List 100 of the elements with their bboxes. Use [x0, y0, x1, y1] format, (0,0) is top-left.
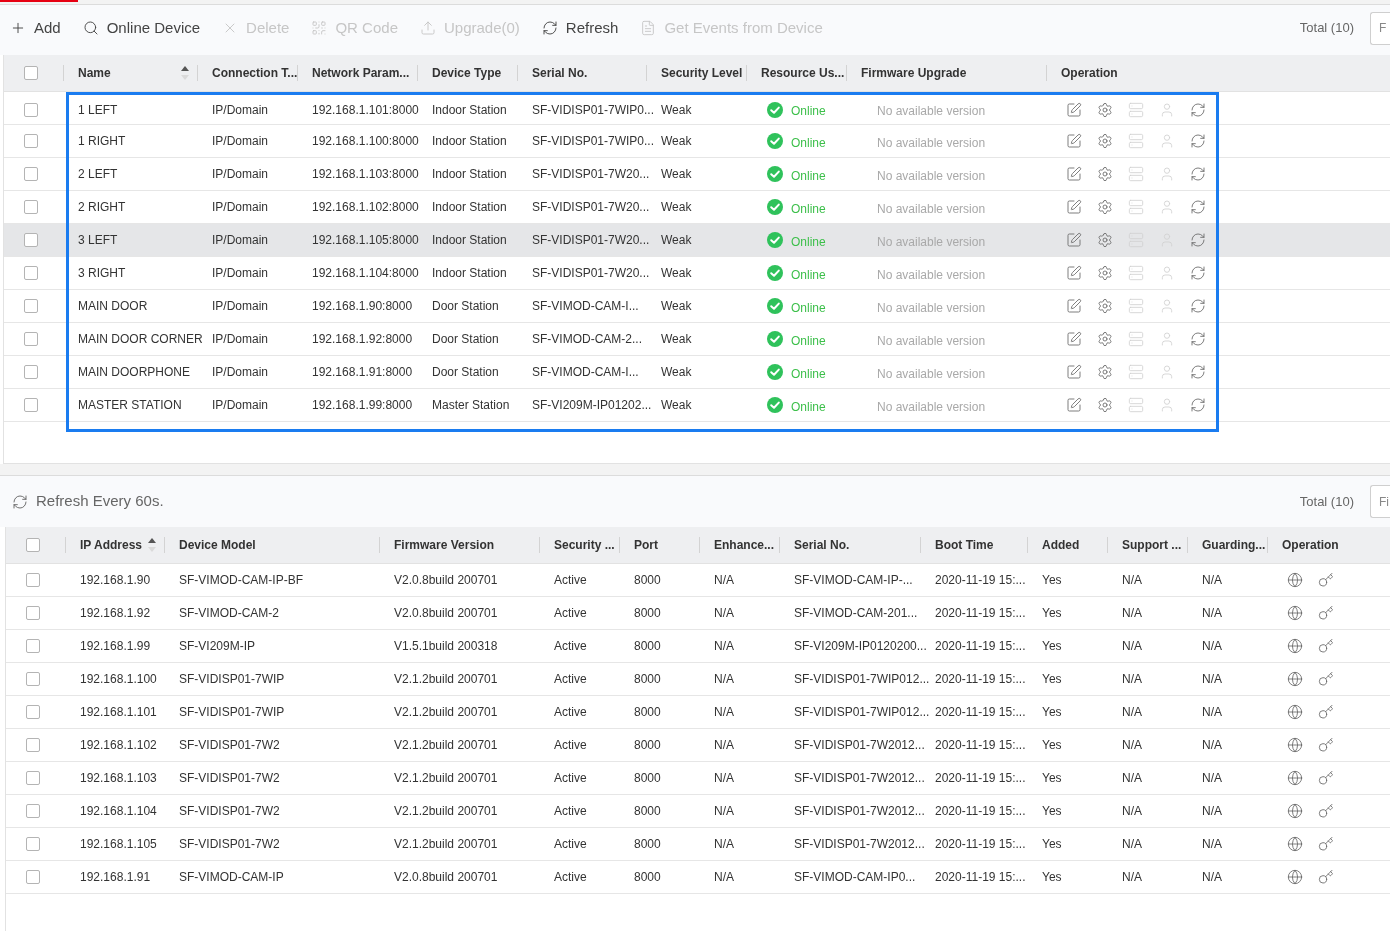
edit-icon[interactable]	[1066, 133, 1082, 149]
settings-icon[interactable]	[1097, 199, 1113, 215]
checkbox[interactable]	[24, 398, 38, 412]
column-header[interactable]: Name	[78, 64, 111, 82]
key-icon[interactable]	[1318, 803, 1334, 819]
settings-icon[interactable]	[1097, 101, 1113, 118]
key-icon[interactable]	[1318, 836, 1334, 852]
toolbar-button[interactable]: Refresh	[541, 16, 619, 40]
edit-icon[interactable]	[1066, 364, 1082, 380]
settings-icon[interactable]	[1097, 397, 1113, 413]
column-header[interactable]: Enhance...	[714, 536, 775, 554]
checkbox[interactable]	[26, 705, 40, 719]
globe-icon[interactable]	[1287, 638, 1303, 654]
checkbox[interactable]	[26, 738, 40, 752]
key-icon[interactable]	[1318, 869, 1334, 885]
checkbox[interactable]	[24, 332, 38, 346]
globe-icon[interactable]	[1287, 704, 1303, 720]
column-header[interactable]: Support ...	[1122, 536, 1182, 554]
toolbar-button[interactable]: Add	[10, 16, 61, 40]
checkbox[interactable]	[24, 266, 38, 280]
column-header[interactable]: Security ...	[554, 536, 615, 554]
globe-icon[interactable]	[1287, 671, 1303, 687]
toolbar-button[interactable]: Online Device	[82, 16, 201, 40]
settings-icon[interactable]	[1097, 331, 1113, 347]
refresh-icon[interactable]	[1190, 397, 1206, 413]
checkbox[interactable]	[26, 804, 40, 818]
checkbox[interactable]	[26, 870, 40, 884]
sort-icon[interactable]	[147, 537, 157, 553]
checkbox[interactable]	[24, 200, 38, 214]
globe-icon[interactable]	[1287, 737, 1303, 753]
settings-icon[interactable]	[1097, 298, 1113, 314]
globe-icon[interactable]	[1287, 572, 1303, 588]
column-header[interactable]: Device Model	[179, 536, 256, 554]
column-header[interactable]: Operation	[1282, 536, 1339, 554]
refresh-icon[interactable]	[1190, 101, 1206, 118]
column-header[interactable]: Device Type	[432, 64, 502, 82]
globe-icon[interactable]	[1287, 605, 1303, 621]
key-icon[interactable]	[1318, 704, 1334, 720]
globe-icon[interactable]	[1287, 869, 1303, 885]
checkbox[interactable]	[26, 837, 40, 851]
column-header[interactable]: Firmware Version	[394, 536, 495, 554]
checkbox[interactable]	[26, 639, 40, 653]
refresh-icon[interactable]	[1190, 166, 1206, 182]
globe-icon[interactable]	[1287, 770, 1303, 786]
column-header[interactable]: Serial No.	[532, 64, 588, 82]
edit-icon[interactable]	[1066, 331, 1082, 347]
checkbox[interactable]	[26, 606, 40, 620]
table-row[interactable]: 3 LEFT IP/Domain 192.168.1.105:8000 Indoor Station SF-VIDISP01-7W20... Weak Online No available version	[69, 224, 1216, 257]
refresh-icon[interactable]	[1190, 232, 1206, 248]
settings-icon[interactable]	[1097, 232, 1113, 248]
edit-icon[interactable]	[1066, 101, 1082, 118]
checkbox[interactable]	[26, 538, 40, 552]
column-header[interactable]: Connection T...	[212, 64, 298, 82]
edit-icon[interactable]	[1066, 397, 1082, 413]
refresh-icon[interactable]	[1190, 298, 1206, 314]
column-header[interactable]: Serial No.	[794, 536, 850, 554]
globe-icon[interactable]	[1287, 836, 1303, 852]
checkbox[interactable]	[24, 66, 38, 80]
refresh-icon[interactable]	[1190, 364, 1206, 380]
column-header[interactable]: Guarding...	[1202, 536, 1266, 554]
edit-icon[interactable]	[1066, 232, 1082, 248]
column-header[interactable]: Firmware Upgrade	[861, 64, 967, 82]
settings-icon[interactable]	[1097, 265, 1113, 281]
column-header[interactable]: Port	[634, 536, 658, 554]
checkbox[interactable]	[24, 102, 38, 117]
edit-icon[interactable]	[1066, 166, 1082, 182]
refresh-icon[interactable]	[1190, 199, 1206, 215]
filter-field[interactable]: Fi	[1370, 485, 1390, 518]
checkbox[interactable]	[26, 573, 40, 587]
key-icon[interactable]	[1318, 737, 1334, 753]
key-icon[interactable]	[1318, 572, 1334, 588]
column-header[interactable]: Network Param...	[312, 64, 410, 82]
settings-icon[interactable]	[1097, 133, 1113, 149]
sort-icon[interactable]	[180, 65, 190, 81]
settings-icon[interactable]	[1097, 166, 1113, 182]
edit-icon[interactable]	[1066, 298, 1082, 314]
key-icon[interactable]	[1318, 671, 1334, 687]
key-icon[interactable]	[1318, 638, 1334, 654]
checkbox[interactable]	[24, 167, 38, 181]
checkbox[interactable]	[24, 233, 38, 247]
column-header[interactable]: IP Address	[80, 536, 143, 554]
column-header[interactable]: Security Level	[661, 64, 743, 82]
edit-icon[interactable]	[1066, 265, 1082, 281]
checkbox[interactable]	[24, 299, 38, 313]
refresh-icon[interactable]	[1190, 265, 1206, 281]
column-header[interactable]: Boot Time	[935, 536, 994, 554]
settings-icon[interactable]	[1097, 364, 1113, 380]
filter-field[interactable]: F	[1370, 11, 1390, 45]
checkbox[interactable]	[24, 134, 38, 148]
checkbox[interactable]	[26, 771, 40, 785]
edit-icon[interactable]	[1066, 199, 1082, 215]
column-header[interactable]: Resource Us...	[761, 64, 845, 82]
checkbox[interactable]	[26, 672, 40, 686]
refresh-icon[interactable]	[1190, 331, 1206, 347]
column-header[interactable]: Operation	[1061, 64, 1118, 82]
globe-icon[interactable]	[1287, 803, 1303, 819]
checkbox[interactable]	[24, 365, 38, 379]
key-icon[interactable]	[1318, 770, 1334, 786]
column-header[interactable]: Added	[1042, 536, 1080, 554]
refresh-icon[interactable]	[1190, 133, 1206, 149]
